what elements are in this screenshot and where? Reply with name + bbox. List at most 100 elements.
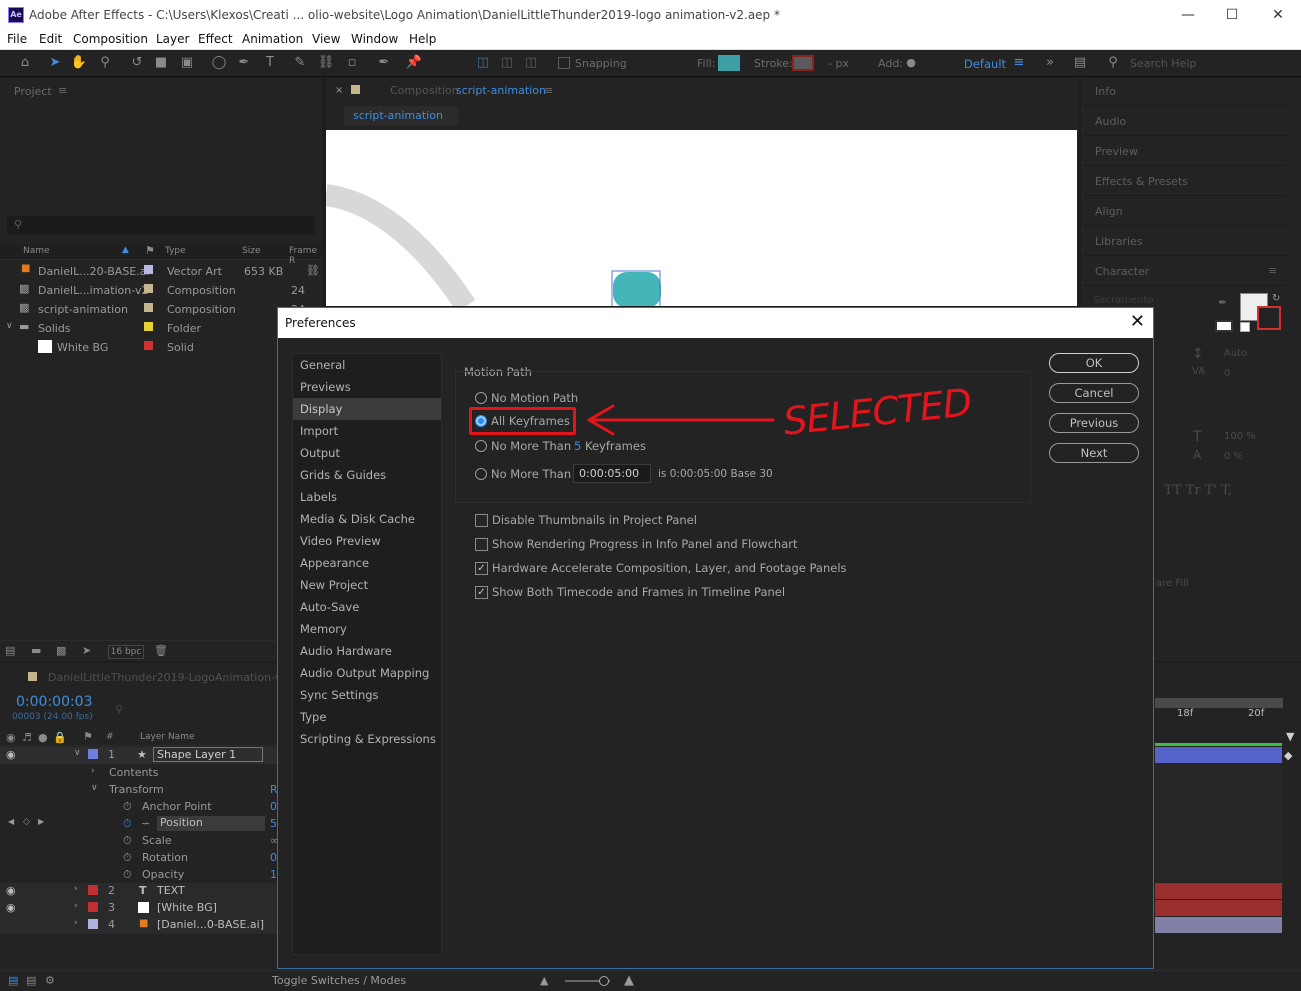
time-duration-input[interactable]: 0:00:05:00	[573, 464, 651, 483]
hardware-accelerate-label[interactable]: Hardware Accelerate Composition, Layer, …	[492, 561, 847, 575]
checkbox-show-timecode-frames[interactable]: ✓	[475, 586, 488, 599]
category-sync-settings[interactable]: Sync Settings	[293, 684, 441, 706]
menu-animation[interactable]: Animation	[242, 32, 303, 46]
swap-colors-icon[interactable]: ↻	[1272, 293, 1280, 304]
project-panel-title[interactable]: Project	[14, 85, 52, 98]
tracking-value[interactable]: 0	[1224, 368, 1230, 379]
project-item[interactable]: White BG Solid	[0, 339, 322, 358]
category-audio-hardware[interactable]: Audio Hardware	[293, 640, 441, 662]
panel-preview[interactable]: Preview	[1083, 138, 1286, 166]
puppet-tool-icon[interactable]: 📌	[405, 54, 423, 72]
chevron-right-icon[interactable]: ›	[74, 884, 78, 894]
category-scripting-expressions[interactable]: Scripting & Expressions	[293, 728, 441, 750]
hand-tool-icon[interactable]: ✋	[70, 54, 88, 72]
property-value[interactable]: 0	[270, 851, 277, 864]
more-workspaces-icon[interactable]: »	[1041, 54, 1059, 72]
close-icon[interactable]: ✕	[1130, 311, 1145, 332]
composition-tab[interactable]: script-animation	[344, 106, 458, 125]
faux-styles-row[interactable]: TT Tr T' T,	[1164, 483, 1232, 498]
workspace-default[interactable]: Default	[964, 57, 1006, 71]
local-axis-icon[interactable]: ◫	[474, 54, 492, 72]
panel-audio[interactable]: Audio	[1083, 108, 1286, 136]
panel-align[interactable]: Align	[1083, 198, 1286, 226]
transfer-controls-icon[interactable]: ⚙	[45, 974, 55, 987]
menu-view[interactable]: View	[312, 32, 340, 46]
camera-tool-icon[interactable]: ■	[152, 54, 170, 72]
panel-menu-icon[interactable]: ≡	[1268, 264, 1277, 277]
close-tab-icon[interactable]: ×	[335, 85, 343, 96]
label-color[interactable]	[88, 885, 98, 895]
trash-icon[interactable]: 🗑	[154, 644, 168, 657]
menu-layer[interactable]: Layer	[156, 32, 189, 46]
category-new-project[interactable]: New Project	[293, 574, 441, 596]
disable-thumbnails-label[interactable]: Disable Thumbnails in Project Panel	[492, 513, 697, 527]
category-media-disk-cache[interactable]: Media & Disk Cache	[293, 508, 441, 530]
ok-button[interactable]: OK	[1049, 353, 1139, 373]
eye-icon[interactable]: ◉	[6, 731, 16, 744]
timeline-property-row[interactable]: ⏱ Opacity 1	[0, 867, 277, 884]
zoom-tool-icon[interactable]: ⚲	[96, 54, 114, 72]
visibility-eye-icon[interactable]: ◉	[6, 748, 16, 761]
next-button[interactable]: Next	[1049, 443, 1139, 463]
previous-button[interactable]: Previous	[1049, 413, 1139, 433]
category-import[interactable]: Import	[293, 420, 441, 442]
menu-file[interactable]: File	[7, 32, 27, 46]
layer-switches-icon[interactable]: ▤	[26, 974, 36, 987]
panel-effects-presets[interactable]: Effects & Presets	[1083, 168, 1286, 196]
comp-marker-icon[interactable]: ▼	[1286, 730, 1294, 743]
leading-value[interactable]: Auto	[1224, 348, 1247, 359]
label-color[interactable]	[144, 303, 153, 312]
zoom-out-icon[interactable]: ▲	[540, 974, 548, 987]
home-icon[interactable]: ⌂	[16, 54, 34, 72]
checkbox-hardware-accelerate[interactable]: ✓	[475, 562, 488, 575]
label-color[interactable]	[88, 749, 98, 759]
project-item[interactable]: ■ DanielL...20-BASE.ai Vector Art 653 KB…	[0, 263, 322, 282]
chevron-down-icon[interactable]: ∨	[74, 748, 81, 758]
label-color[interactable]	[144, 341, 153, 350]
label-color[interactable]	[144, 322, 153, 331]
col-type[interactable]: Type	[165, 246, 186, 256]
no-more-than-time-label[interactable]: No More Than	[491, 467, 571, 481]
layer-name[interactable]: Shape Layer 1	[153, 747, 263, 762]
show-timecode-frames-label[interactable]: Show Both Timecode and Frames in Timelin…	[492, 585, 785, 599]
stroke-fill-icon[interactable]	[1215, 320, 1233, 332]
pen-tool-icon[interactable]: ✒	[235, 54, 253, 72]
timeline-property-row[interactable]: ∨ Transform R	[0, 782, 278, 799]
label-tag-icon[interactable]: ⚑	[83, 730, 93, 743]
category-general[interactable]: General	[293, 354, 441, 376]
snapping-checkbox[interactable]	[558, 57, 570, 69]
project-item[interactable]: ▩ DanielL...imation-v2 Composition 24	[0, 282, 322, 301]
stopwatch-active-icon[interactable]: ⏱	[123, 817, 132, 831]
stopwatch-icon[interactable]: ⏱	[123, 834, 132, 848]
render-queue-icon[interactable]: ➤	[82, 644, 91, 657]
shape-tool-icon[interactable]: ◯	[210, 54, 228, 72]
prev-keyframe-icon[interactable]: ◀	[8, 817, 14, 826]
brush-tool-icon[interactable]: ✎	[291, 54, 309, 72]
graph-icon[interactable]: ∽	[141, 817, 150, 830]
project-item[interactable]: ∨ ▬ Solids Folder	[0, 320, 322, 339]
layer-bar-base-ai[interactable]	[1155, 917, 1282, 933]
category-memory[interactable]: Memory	[293, 618, 441, 640]
timeline-property-row[interactable]: ⏱ Scale ∞	[0, 833, 279, 850]
label-color[interactable]	[144, 284, 153, 293]
radio-no-motion-path[interactable]	[475, 392, 487, 404]
stopwatch-icon[interactable]: ⏱	[123, 851, 132, 865]
layer-bar-text[interactable]	[1155, 883, 1282, 899]
character-stroke-swatch[interactable]	[1257, 306, 1281, 330]
timeline-layer-row[interactable]: ◉ › 2 T TEXT	[0, 883, 277, 900]
property-value[interactable]: 5	[270, 817, 277, 830]
view-axis-icon[interactable]: ◫	[522, 54, 540, 72]
category-type[interactable]: Type	[293, 706, 441, 728]
timeline-comp-tab[interactable]: DanielLittleThunder2019-LogoAnimation-v2	[48, 671, 288, 684]
category-video-preview[interactable]: Video Preview	[293, 530, 441, 552]
chevron-right-icon[interactable]: ›	[74, 918, 78, 928]
audio-icon[interactable]: ♬	[22, 731, 32, 744]
category-previews[interactable]: Previews	[293, 376, 441, 398]
label-color[interactable]	[88, 902, 98, 912]
timeline-property-row[interactable]: › Contents	[0, 765, 277, 782]
new-composition-icon[interactable]: ▩	[56, 644, 66, 657]
layer-name[interactable]: [Daniel...0-BASE.ai]	[157, 918, 264, 931]
col-layer-name[interactable]: Layer Name	[140, 732, 195, 742]
panel-libraries[interactable]: Libraries	[1083, 228, 1286, 256]
stopwatch-icon[interactable]: ⏱	[123, 800, 132, 814]
